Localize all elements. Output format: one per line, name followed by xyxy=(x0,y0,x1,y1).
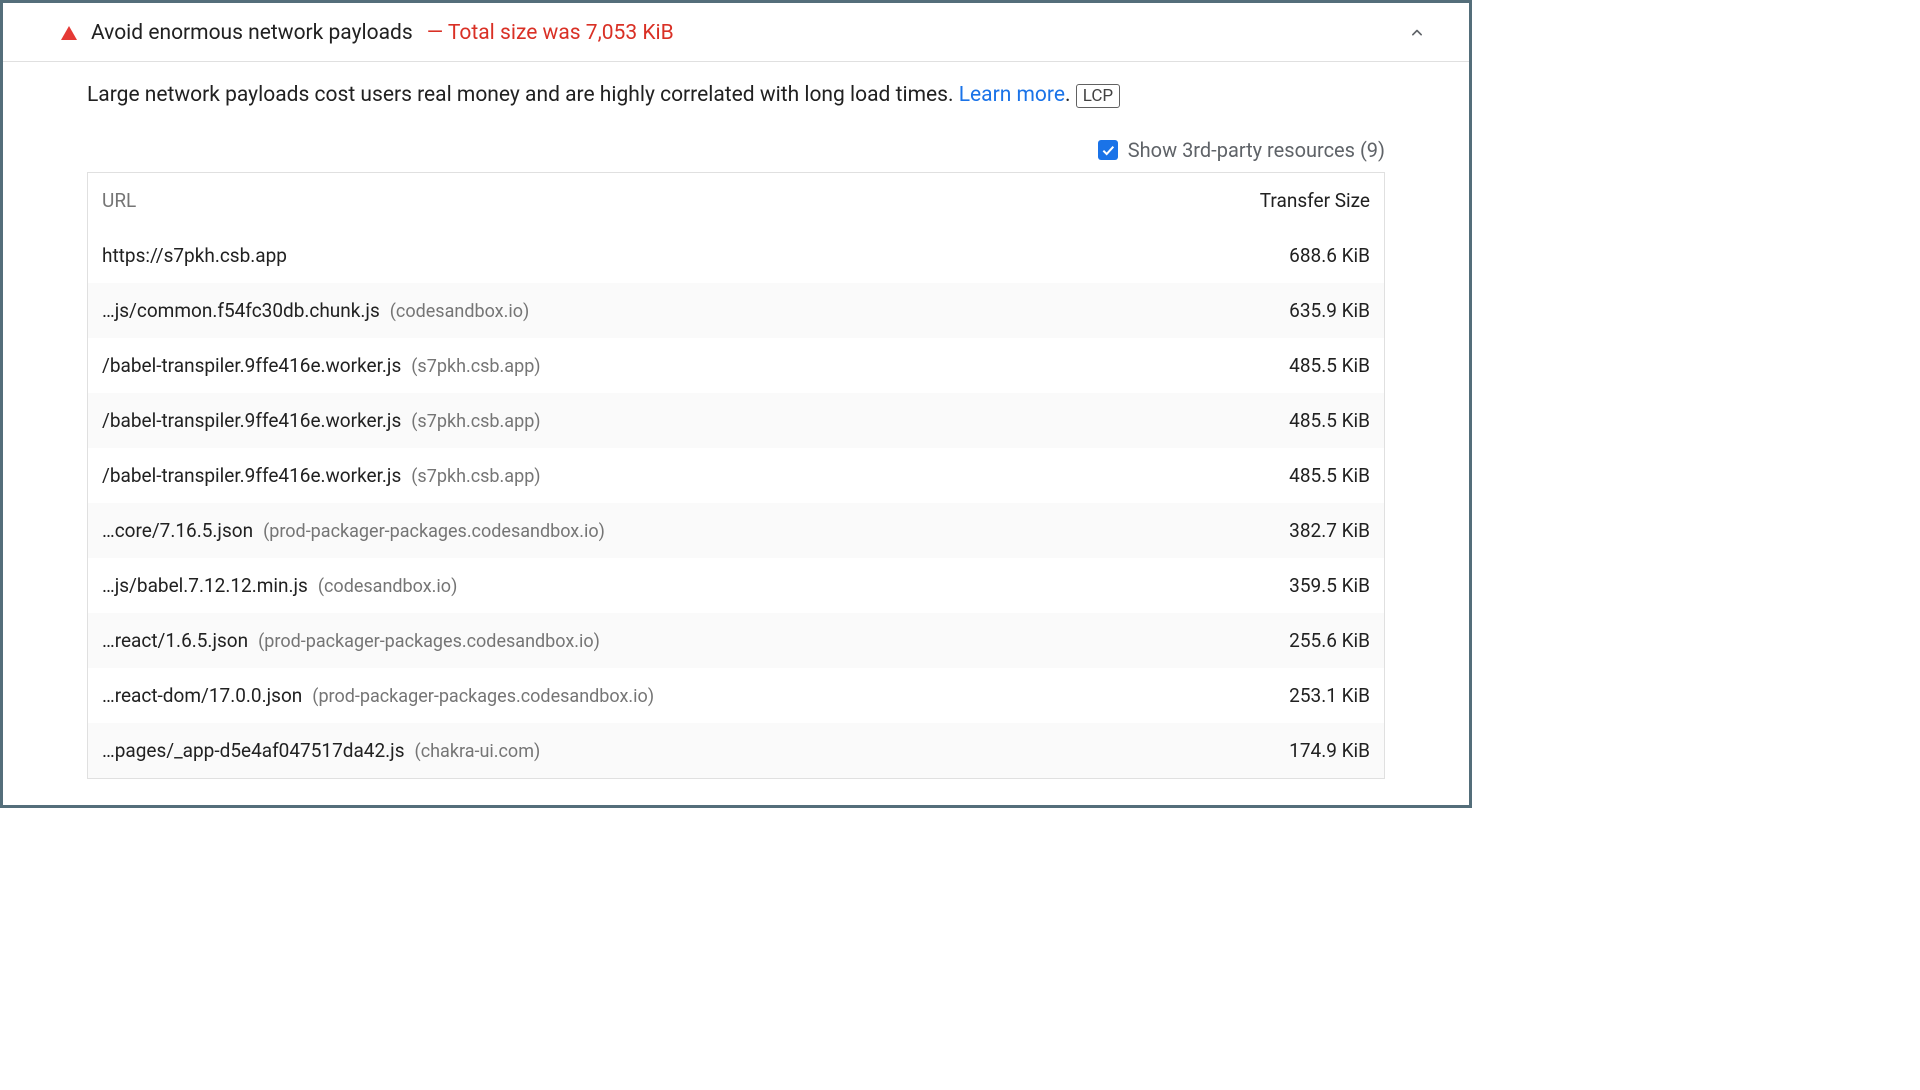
origin-text: (s7pkh.csb.app) xyxy=(411,356,540,377)
url-text: …js/common.f54fc30db.chunk.js xyxy=(102,299,380,322)
url-text: …react-dom/17.0.0.json xyxy=(102,684,302,707)
url-text: /babel-transpiler.9ffe416e.worker.js xyxy=(102,464,401,487)
url-cell: …js/babel.7.12.12.min.js (codesandbox.io) xyxy=(102,574,1170,597)
column-header-url: URL xyxy=(102,189,1170,212)
collapse-chevron-icon[interactable] xyxy=(1405,21,1429,45)
url-text: /babel-transpiler.9ffe416e.worker.js xyxy=(102,409,401,432)
audit-title: Avoid enormous network payloads xyxy=(91,21,413,45)
table-row[interactable]: …core/7.16.5.json (prod-packager-packages… xyxy=(88,503,1384,558)
url-cell: …react/1.6.5.json (prod-packager-packages… xyxy=(102,629,1170,652)
size-cell: 359.5 KiB xyxy=(1170,574,1370,597)
learn-more-link[interactable]: Learn more xyxy=(959,83,1065,107)
url-text: …pages/_app-d5e4af047517da42.js xyxy=(102,739,405,762)
warning-triangle-icon xyxy=(61,26,77,40)
url-cell: …react-dom/17.0.0.json (prod-packager-pac… xyxy=(102,684,1170,707)
url-cell: …core/7.16.5.json (prod-packager-packages… xyxy=(102,519,1170,542)
size-cell: 635.9 KiB xyxy=(1170,299,1370,322)
url-text: /babel-transpiler.9ffe416e.worker.js xyxy=(102,354,401,377)
description-text: Large network payloads cost users real m… xyxy=(87,83,959,107)
table-row[interactable]: https://s7pkh.csb.app 688.6 KiB xyxy=(88,228,1384,283)
url-cell: …pages/_app-d5e4af047517da42.js (chakra-u… xyxy=(102,739,1170,762)
third-party-toggle-row: Show 3rd-party resources (9) xyxy=(87,138,1385,162)
size-cell: 382.7 KiB xyxy=(1170,519,1370,542)
table-row[interactable]: /babel-transpiler.9ffe416e.worker.js (s7p… xyxy=(88,338,1384,393)
resources-table: URL Transfer Size https://s7pkh.csb.app 6… xyxy=(87,172,1385,779)
table-header-row: URL Transfer Size xyxy=(88,173,1384,228)
origin-text: (codesandbox.io) xyxy=(318,576,458,597)
table-body: https://s7pkh.csb.app 688.6 KiB …js/common… xyxy=(88,228,1384,778)
url-text: …js/babel.7.12.12.min.js xyxy=(102,574,308,597)
table-row[interactable]: …react-dom/17.0.0.json (prod-packager-pac… xyxy=(88,668,1384,723)
size-cell: 485.5 KiB xyxy=(1170,409,1370,432)
table-row[interactable]: …js/common.f54fc30db.chunk.js (codesandbo… xyxy=(88,283,1384,338)
size-cell: 688.6 KiB xyxy=(1170,244,1370,267)
url-cell: /babel-transpiler.9ffe416e.worker.js (s7p… xyxy=(102,354,1170,377)
audit-header[interactable]: Avoid enormous network payloads — Total … xyxy=(3,3,1469,62)
table-row[interactable]: …js/babel.7.12.12.min.js (codesandbox.io)… xyxy=(88,558,1384,613)
column-header-size: Transfer Size xyxy=(1170,189,1370,212)
size-cell: 174.9 KiB xyxy=(1170,739,1370,762)
origin-text: (s7pkh.csb.app) xyxy=(411,466,540,487)
table-row[interactable]: /babel-transpiler.9ffe416e.worker.js (s7p… xyxy=(88,393,1384,448)
third-party-checkbox[interactable] xyxy=(1098,140,1118,160)
size-cell: 485.5 KiB xyxy=(1170,464,1370,487)
url-text: …core/7.16.5.json xyxy=(102,519,253,542)
audit-panel: Avoid enormous network payloads — Total … xyxy=(0,0,1472,808)
audit-summary: — Total size was 7,053 KiB xyxy=(427,21,674,45)
url-text: https://s7pkh.csb.app xyxy=(102,244,287,267)
third-party-label: Show 3rd-party resources (9) xyxy=(1128,138,1385,162)
origin-text: (s7pkh.csb.app) xyxy=(411,411,540,432)
size-cell: 253.1 KiB xyxy=(1170,684,1370,707)
size-cell: 485.5 KiB xyxy=(1170,354,1370,377)
origin-text: (chakra-ui.com) xyxy=(415,741,541,762)
description-suffix: . xyxy=(1065,83,1071,107)
origin-text: (prod-packager-packages.codesandbox.io) xyxy=(263,521,605,542)
origin-text: (prod-packager-packages.codesandbox.io) xyxy=(258,631,600,652)
lcp-badge: LCP xyxy=(1076,84,1120,108)
url-cell: https://s7pkh.csb.app xyxy=(102,244,1170,267)
audit-description: Large network payloads cost users real m… xyxy=(87,80,1385,110)
url-cell: …js/common.f54fc30db.chunk.js (codesandbo… xyxy=(102,299,1170,322)
url-cell: /babel-transpiler.9ffe416e.worker.js (s7p… xyxy=(102,409,1170,432)
table-row[interactable]: …pages/_app-d5e4af047517da42.js (chakra-u… xyxy=(88,723,1384,778)
audit-body: Large network payloads cost users real m… xyxy=(3,62,1469,805)
origin-text: (prod-packager-packages.codesandbox.io) xyxy=(312,686,654,707)
url-text: …react/1.6.5.json xyxy=(102,629,248,652)
table-row[interactable]: …react/1.6.5.json (prod-packager-packages… xyxy=(88,613,1384,668)
url-cell: /babel-transpiler.9ffe416e.worker.js (s7p… xyxy=(102,464,1170,487)
table-row[interactable]: /babel-transpiler.9ffe416e.worker.js (s7p… xyxy=(88,448,1384,503)
size-cell: 255.6 KiB xyxy=(1170,629,1370,652)
origin-text: (codesandbox.io) xyxy=(390,301,530,322)
